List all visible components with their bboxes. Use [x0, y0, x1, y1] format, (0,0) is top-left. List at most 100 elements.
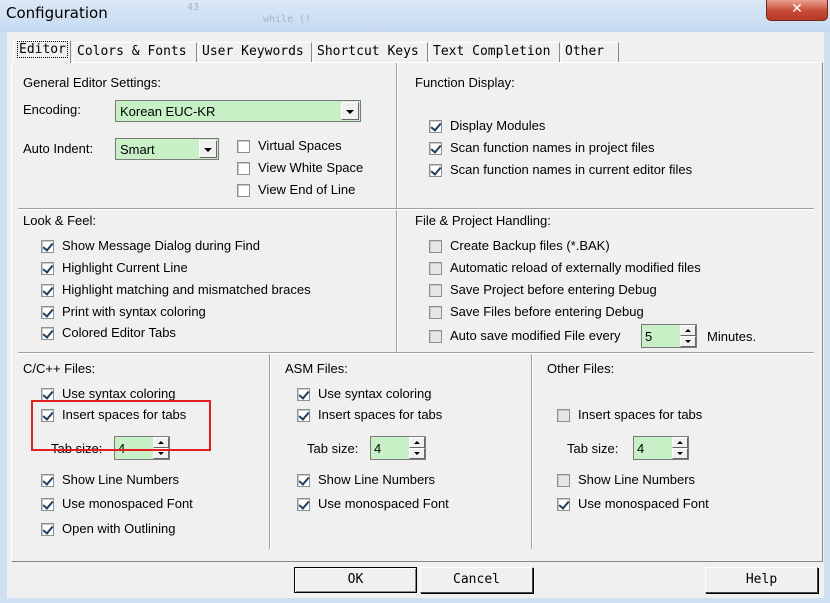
cpp-monospaced-label: Use monospaced Font	[62, 496, 193, 511]
separator	[396, 63, 398, 208]
colored-editor-tabs-checkbox[interactable]	[41, 327, 54, 340]
display-modules-label: Display Modules	[450, 118, 546, 133]
dialog-client: Editor Colors & Fonts User Keywords Shor…	[7, 32, 824, 598]
asm-syntax-coloring-checkbox[interactable]	[297, 388, 310, 401]
chevron-down-icon[interactable]	[199, 140, 217, 158]
title-bar: Configuration 43 while (! ✕	[0, 0, 830, 32]
auto-save-minutes-spinner[interactable]: 5	[641, 324, 697, 348]
asm-line-numbers-checkbox[interactable]	[297, 474, 310, 487]
auto-indent-select[interactable]: Smart	[115, 138, 219, 160]
save-project-debug-checkbox[interactable]	[429, 284, 442, 297]
colored-editor-tabs-label: Colored Editor Tabs	[62, 325, 176, 340]
encoding-value: Korean EUC-KR	[120, 104, 216, 119]
spin-down-icon[interactable]	[680, 336, 696, 347]
other-monospaced-checkbox[interactable]	[557, 498, 570, 511]
help-button[interactable]: Help	[705, 567, 818, 593]
auto-indent-value: Smart	[120, 142, 155, 157]
other-line-numbers-label: Show Line Numbers	[578, 472, 696, 487]
spin-up-icon[interactable]	[409, 437, 425, 448]
separator	[396, 210, 398, 352]
auto-save-unit: Minutes.	[707, 329, 757, 344]
print-syntax-coloring-label: Print with syntax coloring	[62, 304, 206, 319]
background-line-number: 43	[187, 2, 200, 13]
auto-reload-checkbox[interactable]	[429, 262, 442, 275]
separator	[18, 208, 814, 210]
virtual-spaces-label: Virtual Spaces	[258, 138, 342, 153]
separator	[18, 352, 814, 354]
show-message-dialog-label: Show Message Dialog during Find	[62, 238, 260, 253]
save-files-debug-label: Save Files before entering Debug	[450, 304, 644, 319]
asm-insert-spaces-checkbox[interactable]	[297, 409, 310, 422]
auto-save-checkbox[interactable]	[429, 330, 442, 343]
general-settings-heading: General Editor Settings:	[23, 75, 162, 90]
separator	[531, 354, 533, 549]
tab-colors-fonts[interactable]: Colors & Fonts	[73, 42, 197, 62]
cpp-line-numbers-label: Show Line Numbers	[62, 472, 180, 487]
window-title: Configuration	[6, 4, 108, 22]
other-files-heading: Other Files:	[547, 361, 615, 376]
auto-save-minutes-value: 5	[645, 329, 653, 344]
asm-tab-size-value: 4	[374, 441, 382, 456]
close-button[interactable]: ✕	[766, 0, 828, 21]
background-code: while (!	[263, 14, 312, 25]
tab-user-keywords[interactable]: User Keywords	[198, 42, 312, 62]
other-line-numbers-checkbox[interactable]	[557, 474, 570, 487]
other-insert-spaces-checkbox[interactable]	[557, 409, 570, 422]
display-modules-checkbox[interactable]	[429, 120, 442, 133]
cpp-outlining-label: Open with Outlining	[62, 521, 176, 536]
view-white-space-checkbox[interactable]	[237, 162, 250, 175]
scan-project-files-checkbox[interactable]	[429, 142, 442, 155]
highlight-box	[31, 400, 211, 451]
highlight-current-line-checkbox[interactable]	[41, 262, 54, 275]
asm-files-heading: ASM Files:	[285, 361, 348, 376]
tab-other[interactable]: Other	[561, 42, 619, 62]
asm-monospaced-checkbox[interactable]	[297, 498, 310, 511]
asm-monospaced-label: Use monospaced Font	[318, 496, 449, 511]
save-files-debug-checkbox[interactable]	[429, 306, 442, 319]
scan-editor-files-checkbox[interactable]	[429, 164, 442, 177]
spin-up-icon[interactable]	[680, 325, 696, 336]
tab-text-completion[interactable]: Text Completion	[429, 42, 560, 62]
cpp-line-numbers-checkbox[interactable]	[41, 474, 54, 487]
spin-down-icon[interactable]	[672, 448, 688, 459]
cpp-monospaced-checkbox[interactable]	[41, 498, 54, 511]
separator	[269, 354, 271, 549]
view-end-of-line-label: View End of Line	[258, 182, 356, 197]
save-project-debug-label: Save Project before entering Debug	[450, 282, 657, 297]
tab-editor[interactable]: Editor	[13, 40, 71, 63]
scan-editor-files-label: Scan function names in current editor fi…	[450, 162, 693, 177]
other-monospaced-label: Use monospaced Font	[578, 496, 709, 511]
editor-panel: General Editor Settings: Encoding: Korea…	[11, 62, 823, 562]
asm-tab-size-label: Tab size:	[307, 441, 359, 456]
create-backup-checkbox[interactable]	[429, 240, 442, 253]
virtual-spaces-checkbox[interactable]	[237, 140, 250, 153]
file-project-heading: File & Project Handling:	[415, 213, 551, 228]
highlight-braces-label: Highlight matching and mismatched braces	[62, 282, 311, 297]
other-insert-spaces-label: Insert spaces for tabs	[578, 407, 703, 422]
scan-project-files-label: Scan function names in project files	[450, 140, 655, 155]
tab-shortcut-keys[interactable]: Shortcut Keys	[313, 42, 428, 62]
spin-up-icon[interactable]	[672, 437, 688, 448]
view-white-space-label: View White Space	[258, 160, 364, 175]
create-backup-label: Create Backup files (*.BAK)	[450, 238, 610, 253]
chevron-down-icon[interactable]	[341, 102, 359, 120]
ok-button[interactable]: OK	[294, 567, 417, 593]
function-display-heading: Function Display:	[415, 75, 515, 90]
encoding-label: Encoding:	[23, 102, 81, 117]
show-message-dialog-checkbox[interactable]	[41, 240, 54, 253]
other-tab-size-spinner[interactable]: 4	[633, 436, 689, 460]
auto-indent-label: Auto Indent:	[23, 141, 94, 156]
auto-save-label: Auto save modified File every	[450, 328, 621, 343]
cancel-button[interactable]: Cancel	[420, 567, 533, 593]
encoding-select[interactable]: Korean EUC-KR	[115, 100, 361, 122]
asm-tab-size-spinner[interactable]: 4	[370, 436, 426, 460]
highlight-braces-checkbox[interactable]	[41, 284, 54, 297]
spin-down-icon[interactable]	[409, 448, 425, 459]
background-editor-text: 43 while (!	[170, 0, 370, 25]
asm-line-numbers-label: Show Line Numbers	[318, 472, 436, 487]
view-end-of-line-checkbox[interactable]	[237, 184, 250, 197]
look-feel-heading: Look & Feel:	[23, 213, 96, 228]
print-syntax-coloring-checkbox[interactable]	[41, 306, 54, 319]
cpp-outlining-checkbox[interactable]	[41, 523, 54, 536]
other-tab-size-value: 4	[637, 441, 645, 456]
